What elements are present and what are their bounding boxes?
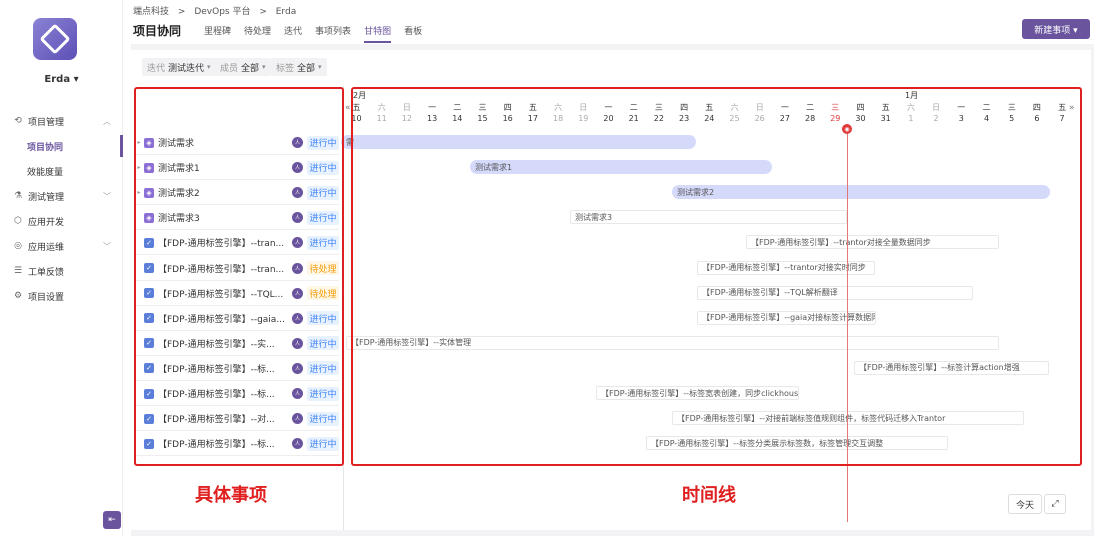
org-switcher[interactable]: Erda ▾ bbox=[0, 74, 123, 85]
menu-test-management[interactable]: ⚗ 测试管理 ﹀ bbox=[12, 185, 123, 207]
filter-iteration[interactable]: 迭代 测试迭代 ▾ bbox=[142, 58, 216, 76]
menu-label: 项目设置 bbox=[28, 292, 65, 303]
settings-icon: ⚙ bbox=[13, 291, 23, 301]
filter-label: 成员 bbox=[220, 63, 239, 74]
tab-todo[interactable]: 待处理 bbox=[244, 24, 271, 43]
breadcrumb-item[interactable]: DevOps 平台 bbox=[194, 7, 250, 17]
filter-label: 迭代 bbox=[147, 63, 166, 74]
org-name: Erda bbox=[44, 74, 71, 85]
expand-icon: ⤢ bbox=[1051, 499, 1059, 509]
page-title: 项目协同 bbox=[133, 24, 182, 38]
tab-bar: 里程碑 待处理 迭代 事项列表 甘特图 看板 bbox=[204, 24, 435, 43]
menu-efficiency[interactable]: 效能度量 bbox=[27, 160, 138, 182]
filter-value: 测试迭代 bbox=[168, 63, 205, 74]
breadcrumb-separator: > bbox=[177, 7, 186, 17]
today-button[interactable]: 今天 bbox=[1008, 494, 1042, 514]
breadcrumb-item[interactable]: Erda bbox=[276, 7, 296, 17]
breadcrumb-item[interactable]: 端点科技 bbox=[133, 7, 169, 17]
menu-tickets[interactable]: ☰ 工单反馈 bbox=[12, 260, 123, 282]
caret-down-icon: ▾ bbox=[207, 63, 211, 71]
filter-value: 全部 bbox=[241, 63, 260, 74]
menu-app-dev[interactable]: ⬡ 应用开发 bbox=[12, 210, 123, 232]
chevron-down-icon: ﹀ bbox=[103, 241, 111, 251]
menu-label: 应用开发 bbox=[28, 217, 65, 228]
tab-board[interactable]: 看板 bbox=[404, 24, 422, 43]
tab-iteration[interactable]: 迭代 bbox=[284, 24, 302, 43]
menu-label: 项目协同 bbox=[27, 142, 64, 153]
menu-label: 工单反馈 bbox=[28, 267, 65, 278]
breadcrumb-separator: > bbox=[259, 7, 267, 17]
breadcrumb: 端点科技 > DevOps 平台 > Erda bbox=[133, 4, 302, 17]
filter-label[interactable]: 标签 全部 ▾ bbox=[271, 58, 327, 76]
filter-label-text: 标签 bbox=[276, 63, 295, 74]
annotation-label-timeline: 时间线 bbox=[682, 485, 736, 506]
collapse-icon: ⇤ bbox=[108, 515, 116, 525]
menu-label: 应用运维 bbox=[28, 242, 65, 253]
menu-app-ops[interactable]: ◎ 应用运维 ﹀ bbox=[12, 235, 123, 257]
filter-member[interactable]: 成员 全部 ▾ bbox=[215, 58, 271, 76]
annotation-label-issues: 具体事项 bbox=[195, 485, 267, 506]
expand-button[interactable]: ⤢ bbox=[1044, 494, 1066, 514]
caret-down-icon: ▾ bbox=[262, 63, 266, 71]
ticket-icon: ☰ bbox=[13, 266, 23, 276]
menu-label: 效能度量 bbox=[27, 167, 64, 178]
chevron-up-icon: ︿ bbox=[103, 116, 111, 126]
new-issue-button[interactable]: 新建事项 ▾ bbox=[1022, 19, 1090, 39]
menu-project-settings[interactable]: ⚙ 项目设置 bbox=[12, 285, 123, 307]
menu-label: 测试管理 bbox=[28, 192, 65, 203]
annotation-box-issues bbox=[134, 87, 344, 466]
caret-down-icon: ▾ bbox=[318, 63, 322, 71]
project-icon: ⟲ bbox=[14, 116, 22, 126]
app-dev-icon: ⬡ bbox=[14, 216, 22, 226]
filter-value: 全部 bbox=[297, 63, 316, 74]
annotation-box-timeline bbox=[351, 87, 1082, 466]
menu-project-management[interactable]: ⟲ 项目管理 ︿ bbox=[12, 110, 123, 132]
test-icon: ⚗ bbox=[13, 191, 23, 201]
ops-icon: ◎ bbox=[14, 241, 22, 251]
tab-gantt[interactable]: 甘特图 bbox=[364, 24, 392, 43]
chevron-down-icon: ﹀ bbox=[103, 191, 111, 201]
menu-label: 项目管理 bbox=[28, 117, 65, 128]
tab-milestone[interactable]: 里程碑 bbox=[204, 24, 231, 43]
caret-down-icon: ▾ bbox=[73, 74, 79, 85]
tab-issue-list[interactable]: 事项列表 bbox=[315, 24, 351, 43]
erda-logo[interactable] bbox=[33, 18, 77, 60]
collapse-sidebar-button[interactable]: ⇤ bbox=[103, 511, 121, 529]
active-indicator bbox=[120, 135, 123, 157]
